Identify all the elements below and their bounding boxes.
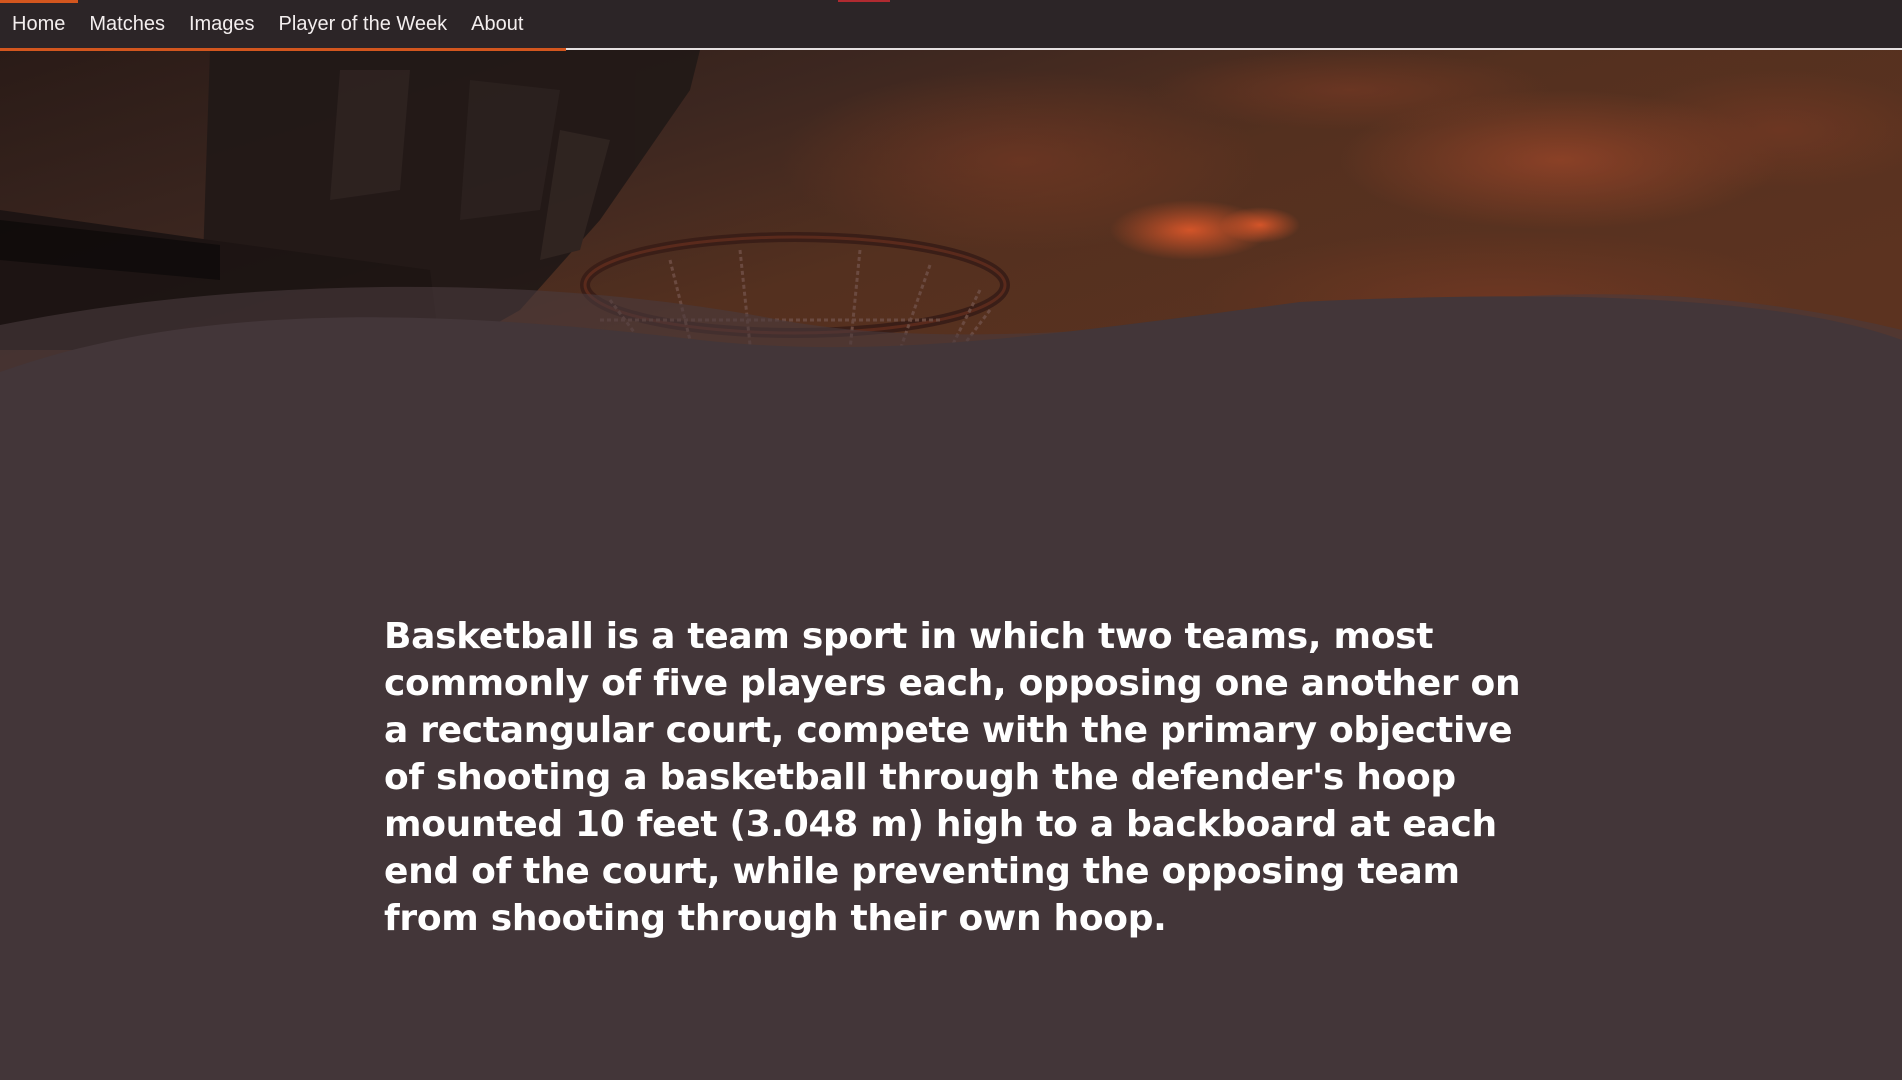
hero-banner bbox=[0, 50, 1902, 400]
nav-item-player-of-the-week[interactable]: Player of the Week bbox=[267, 0, 460, 48]
nav-item-about[interactable]: About bbox=[459, 0, 535, 48]
main-content: Basketball is a team sport in which two … bbox=[384, 613, 1524, 942]
nav-active-indicator bbox=[0, 0, 78, 3]
nav-underline bbox=[566, 48, 1902, 50]
nav-item-home[interactable]: Home bbox=[0, 0, 77, 48]
nav-item-matches[interactable]: Matches bbox=[77, 0, 177, 48]
nav-underline-accent bbox=[0, 48, 566, 51]
intro-paragraph: Basketball is a team sport in which two … bbox=[384, 616, 1521, 939]
page: Home Matches Images Player of the Week A… bbox=[0, 0, 1902, 1080]
nav-item-images[interactable]: Images bbox=[177, 0, 267, 48]
nav-scroll-indicator bbox=[838, 0, 890, 2]
nav-menu: Home Matches Images Player of the Week A… bbox=[0, 0, 535, 48]
top-navbar: Home Matches Images Player of the Week A… bbox=[0, 0, 1902, 51]
hero-basketball-hoop-image bbox=[0, 50, 1902, 400]
